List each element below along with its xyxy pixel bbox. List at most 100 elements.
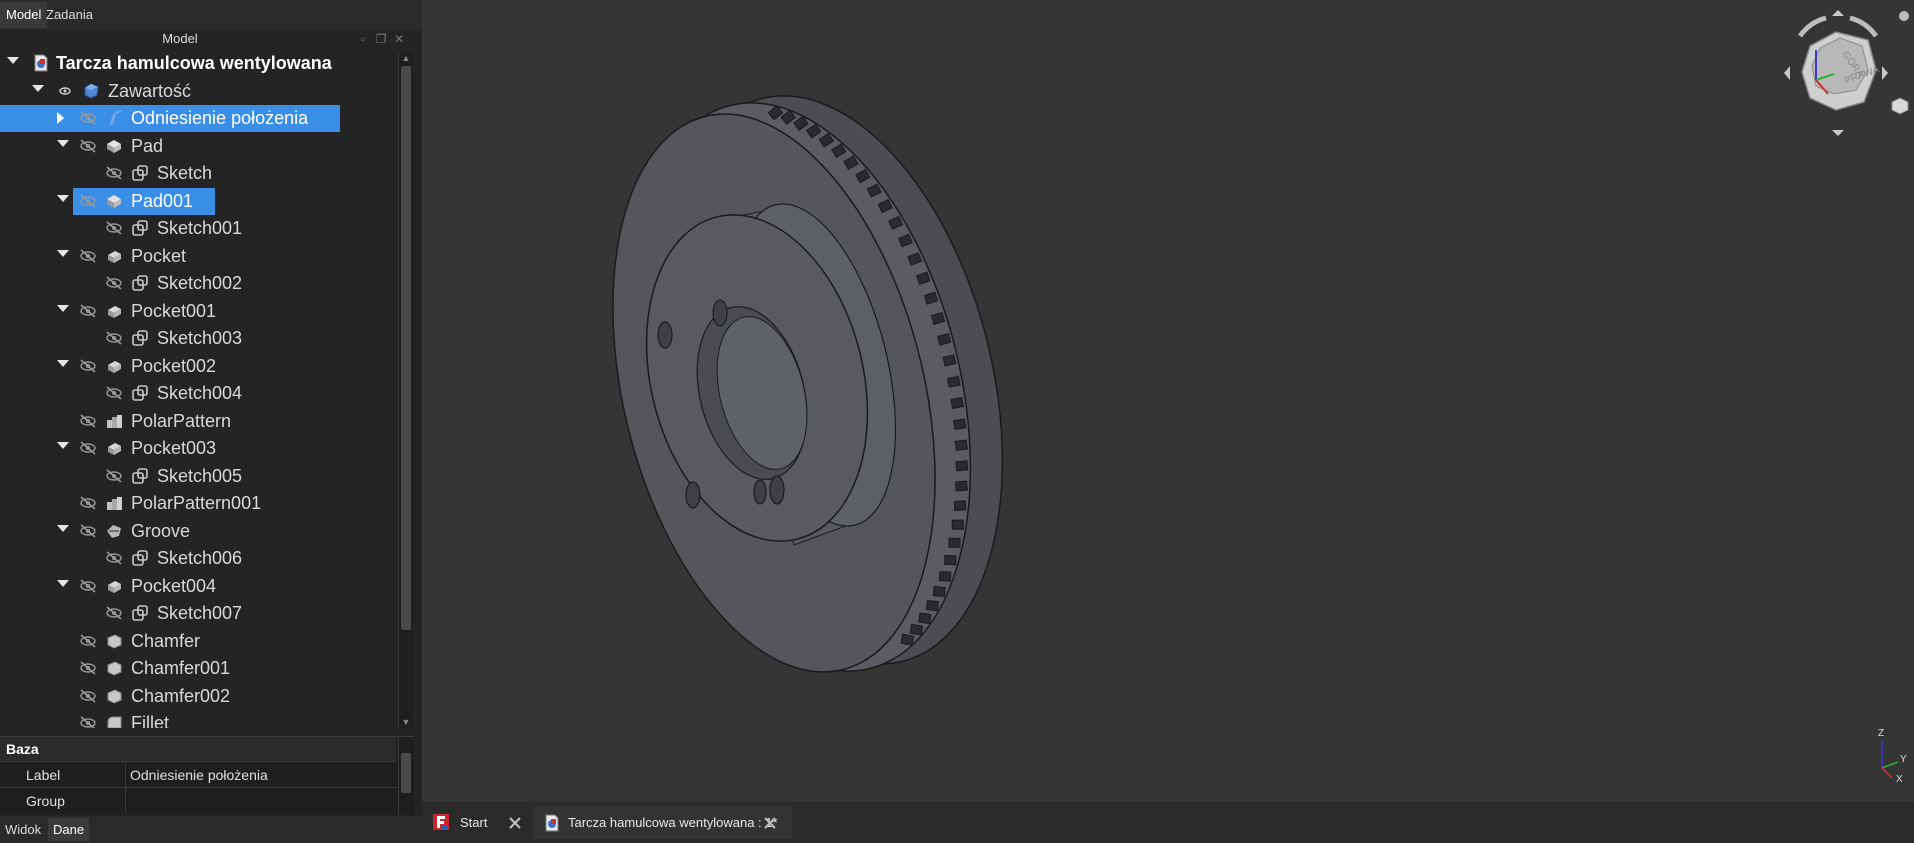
navigation-cube[interactable]: GÓRA PRAWA <box>1780 6 1914 140</box>
scrollbar-thumb[interactable] <box>401 753 411 793</box>
rotate-up-arrow-icon[interactable] <box>1832 10 1844 16</box>
visibility-hidden-icon[interactable] <box>79 688 97 704</box>
visibility-hidden-icon[interactable] <box>79 193 97 209</box>
tree-item[interactable]: Pocket002 <box>0 353 400 380</box>
3d-viewport[interactable] <box>422 0 1914 802</box>
expand-down-icon[interactable] <box>57 249 69 257</box>
freecad-logo-icon <box>433 814 449 830</box>
tree-item[interactable]: Zawartość <box>0 78 400 105</box>
fillet-icon <box>107 716 122 728</box>
visibility-hidden-icon[interactable] <box>79 715 97 728</box>
tree-item[interactable]: Chamfer002 <box>0 683 400 710</box>
roll-right-arrow-icon[interactable] <box>1849 15 1879 38</box>
tab-data[interactable]: Dane <box>48 818 90 841</box>
expand-down-icon[interactable] <box>7 57 19 64</box>
tree-item-label: Pad001 <box>131 190 194 211</box>
visibility-hidden-icon[interactable] <box>79 633 97 649</box>
tree-item[interactable]: Chamfer <box>0 628 400 655</box>
visibility-hidden-icon[interactable] <box>79 413 97 429</box>
tab-view[interactable]: Widok <box>0 818 46 841</box>
expand-down-icon[interactable] <box>57 139 69 147</box>
visibility-hidden-icon[interactable] <box>79 660 97 676</box>
tree-item[interactable]: Sketch005 <box>0 463 400 490</box>
scrollbar-thumb[interactable] <box>401 66 411 630</box>
tree-item[interactable]: Tarcza hamulcowa wentylowana <box>0 50 400 77</box>
property-row-group[interactable]: Group <box>0 787 396 814</box>
visibility-hidden-icon[interactable] <box>79 523 97 539</box>
visibility-hidden-icon[interactable] <box>79 110 97 126</box>
close-panel-icon[interactable]: ✕ <box>392 32 406 46</box>
navcube-menu-icon[interactable] <box>1899 11 1909 21</box>
tree-item[interactable]: Odniesienie położenia <box>0 105 400 132</box>
expand-down-icon[interactable] <box>57 304 69 312</box>
tree-item[interactable]: Chamfer001 <box>0 655 400 682</box>
scroll-down-icon[interactable]: ▼ <box>399 716 413 728</box>
visibility-hidden-icon[interactable] <box>105 605 123 621</box>
tree-item[interactable]: PolarPattern001 <box>0 490 400 517</box>
tree-item[interactable]: Pad001 <box>0 187 400 215</box>
visibility-hidden-icon[interactable] <box>105 330 123 346</box>
visibility-hidden-icon[interactable] <box>79 495 97 511</box>
expand-down-icon[interactable] <box>57 524 69 532</box>
roll-left-arrow-icon[interactable] <box>1797 15 1827 38</box>
tree-item[interactable]: PolarPattern <box>0 408 400 435</box>
visibility-hidden-icon[interactable] <box>79 358 97 374</box>
visibility-hidden-icon[interactable] <box>105 275 123 291</box>
visibility-hidden-icon[interactable] <box>105 468 123 484</box>
tree-item[interactable]: Pocket004 <box>0 573 400 600</box>
tree-item[interactable]: Pocket <box>0 243 400 270</box>
visibility-hidden-icon[interactable] <box>79 248 97 264</box>
close-tab-icon[interactable] <box>762 815 778 831</box>
tree-item[interactable]: Sketch002 <box>0 270 400 297</box>
rotate-left-arrow-icon[interactable] <box>1784 66 1790 80</box>
tree-item[interactable]: Pocket001 <box>0 298 400 325</box>
rotate-down-arrow-icon[interactable] <box>1832 130 1844 136</box>
restore-panel-icon[interactable]: ❐ <box>374 32 388 46</box>
visibility-hidden-icon[interactable] <box>105 220 123 236</box>
tree-item[interactable]: Pad <box>0 133 400 160</box>
model-tree[interactable]: Tarcza hamulcowa wentylowana Zawartość Odn… <box>0 50 400 728</box>
doc-tab-brake-disc[interactable]: Tarcza hamulcowa wentylowana : 1* <box>534 806 792 839</box>
property-row-label[interactable]: Label Odniesienie położenia <box>0 761 396 788</box>
vent-slot <box>938 571 952 582</box>
tree-item[interactable]: Sketch007 <box>0 600 400 627</box>
doc-tab-start[interactable]: Start <box>422 806 532 839</box>
tree-item[interactable]: Pocket003 <box>0 435 400 462</box>
expand-down-icon[interactable] <box>57 442 69 449</box>
rotate-right-arrow-icon[interactable] <box>1882 66 1888 80</box>
expand-down-icon[interactable] <box>32 84 44 92</box>
property-scrollbar[interactable] <box>398 737 413 815</box>
visibility-eye-icon[interactable] <box>56 83 74 99</box>
scroll-up-icon[interactable]: ▲ <box>399 52 413 64</box>
tree-item[interactable]: Sketch006 <box>0 545 400 572</box>
visibility-hidden-icon[interactable] <box>79 303 97 319</box>
expand-down-icon[interactable] <box>57 579 69 587</box>
expand-down-icon[interactable] <box>57 194 69 202</box>
visibility-hidden-icon[interactable] <box>105 165 123 181</box>
tree-item[interactable]: Groove <box>0 518 400 545</box>
close-tab-icon[interactable] <box>507 815 523 831</box>
expand-down-icon[interactable] <box>57 359 69 367</box>
z-axis-label: Z <box>1878 728 1885 739</box>
visibility-hidden-icon[interactable] <box>79 440 97 456</box>
visibility-hidden-icon[interactable] <box>105 385 123 401</box>
tree-scrollbar[interactable]: ▲ ▼ <box>398 52 413 728</box>
expand-right-icon[interactable] <box>57 112 64 124</box>
tree-item[interactable]: Sketch004 <box>0 380 400 407</box>
tree-item[interactable]: Fillet <box>0 710 400 728</box>
brake-disc-model[interactable] <box>422 0 1914 802</box>
tree-item[interactable]: Sketch003 <box>0 325 400 352</box>
vent-slot <box>951 519 964 530</box>
visibility-hidden-icon[interactable] <box>105 550 123 566</box>
axis-cross: Z Y X <box>1862 728 1910 785</box>
property-value[interactable]: Odniesienie położenia <box>130 762 268 788</box>
tree-item[interactable]: Sketch001 <box>0 215 400 242</box>
view-menu-cube-icon[interactable] <box>1891 97 1909 115</box>
visibility-hidden-icon[interactable] <box>79 138 97 154</box>
tree-item[interactable]: Sketch <box>0 160 400 187</box>
tab-tasks[interactable]: Zadania <box>40 2 99 28</box>
property-group-header[interactable]: Baza <box>0 737 396 761</box>
float-panel-icon[interactable]: ▫ <box>356 32 370 46</box>
polar-pattern-icon <box>107 414 122 428</box>
visibility-hidden-icon[interactable] <box>79 578 97 594</box>
